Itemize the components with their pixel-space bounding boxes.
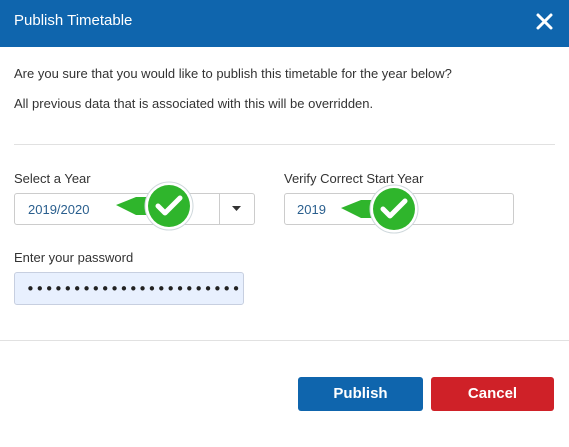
checkmark-icon — [341, 184, 419, 234]
year-dropdown-toggle[interactable] — [219, 194, 254, 224]
password-input[interactable]: ••••••••••••••••••••••• — [14, 272, 244, 305]
start-year-value: 2019 — [297, 202, 326, 217]
dialog-header: Publish Timetable — [0, 0, 569, 47]
cancel-button[interactable]: Cancel — [431, 377, 554, 411]
close-icon — [536, 13, 553, 30]
divider — [14, 144, 555, 145]
chevron-down-icon — [232, 206, 241, 211]
footer-divider — [0, 340, 569, 341]
confirmation-message: Are you sure that you would like to publ… — [14, 66, 452, 81]
checkmark-icon — [116, 181, 194, 231]
dialog-title: Publish Timetable — [14, 12, 133, 29]
publish-button[interactable]: Publish — [298, 377, 423, 411]
password-label: Enter your password — [14, 250, 134, 265]
close-button[interactable] — [535, 10, 555, 34]
override-warning: All previous data that is associated wit… — [14, 96, 374, 111]
year-select-value: 2019/2020 — [28, 202, 90, 217]
year-label: Select a Year — [14, 171, 91, 186]
publish-timetable-dialog: Publish Timetable Are you sure that you … — [0, 0, 569, 447]
password-masked-value: ••••••••••••••••••••••• — [26, 280, 241, 298]
